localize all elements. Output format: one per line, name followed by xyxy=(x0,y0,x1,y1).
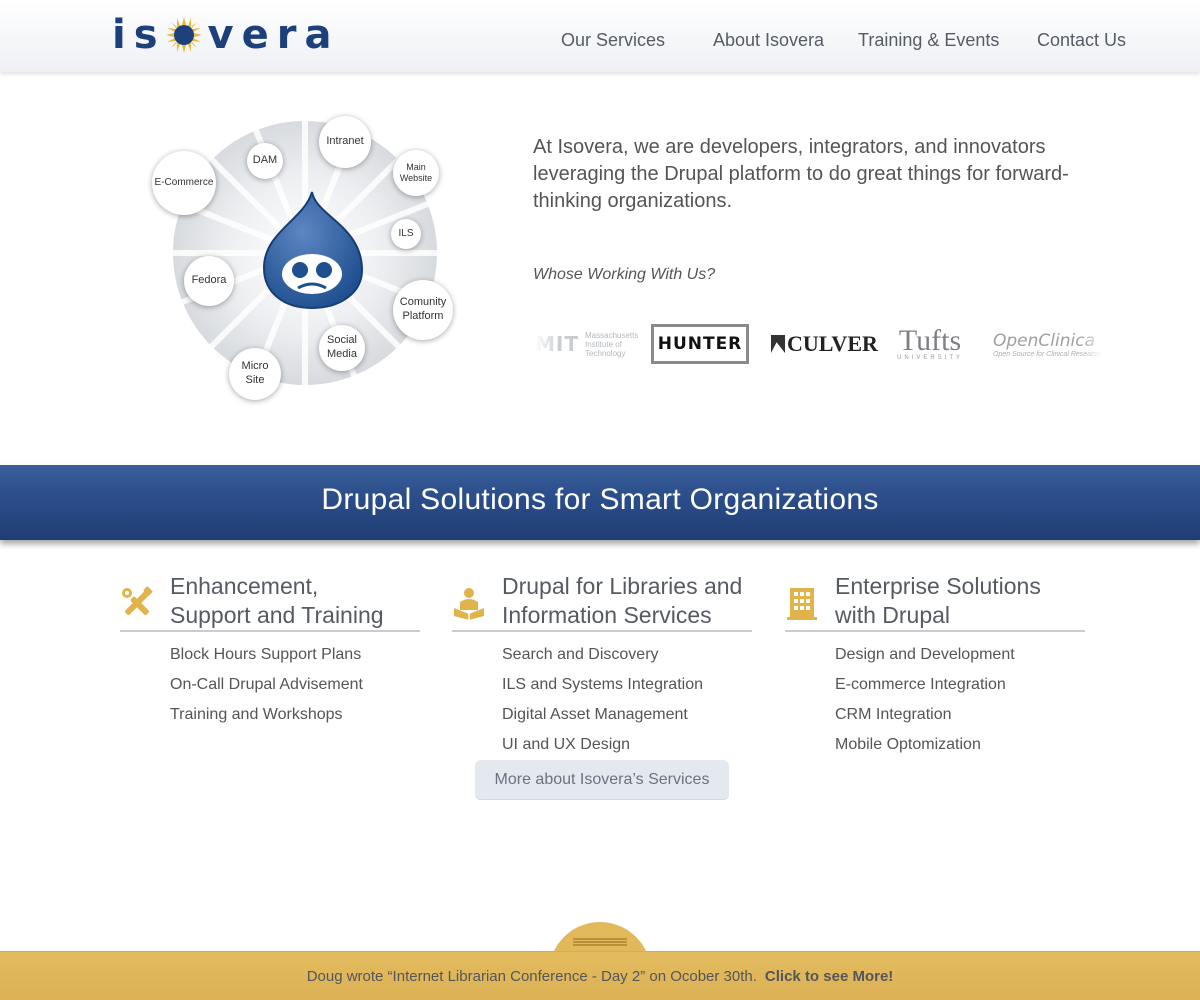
client-logo-tufts: Tufts UNIVERSITY xyxy=(897,322,963,366)
list-item[interactable]: UI and UX Design xyxy=(502,730,752,760)
main-nav: Our Services About Isovera Training & Ev… xyxy=(0,30,1200,54)
bubble-ils: ILS xyxy=(391,219,421,249)
list-item[interactable]: Search and Discovery xyxy=(502,640,752,670)
tufts-logo-sub: UNIVERSITY xyxy=(897,355,964,361)
bubble-intranet: Intranet xyxy=(319,116,371,168)
latest-news-text: Doug wrote “Internet Librarian Conferenc… xyxy=(306,967,757,985)
column-title-line1: Enhancement, xyxy=(170,573,319,599)
column-enterprise: Enterprise Solutions with Drupal Design … xyxy=(785,570,1085,760)
client-logo-hunter: HUNTER xyxy=(651,324,749,364)
site-header: is vera Our Services About Isovera Train… xyxy=(0,0,1200,72)
column-header: Drupal for Libraries and Information Ser… xyxy=(452,570,752,632)
list-item[interactable]: Block Hours Support Plans xyxy=(170,640,420,670)
bubble-main-website: Main Website xyxy=(393,150,439,196)
bubble-social-media: Social Media xyxy=(319,325,365,371)
drupal-platform-diagram: E-Commerce DAM Intranet Main Website ILS… xyxy=(140,108,470,408)
column-header: Enterprise Solutions with Drupal xyxy=(785,570,1085,632)
banner-title: Drupal Solutions for Smart Organizations xyxy=(321,482,879,516)
tufts-logo-text: Tufts xyxy=(898,324,962,357)
grip-lines-icon xyxy=(573,938,627,946)
nav-contact-us[interactable]: Contact Us xyxy=(1037,30,1126,51)
column-title-line2: with Drupal xyxy=(835,602,951,628)
column-title: Drupal for Libraries and Information Ser… xyxy=(502,572,742,630)
see-more-link[interactable]: Click to see More! xyxy=(765,968,893,985)
list-item[interactable]: CRM Integration xyxy=(835,700,1085,730)
more-services-button[interactable]: More about Isovera’s Services xyxy=(475,760,729,800)
logo-fade-left xyxy=(535,322,559,366)
clients-heading: Whose Working With Us? xyxy=(533,266,716,283)
client-logo-culver: CULVER xyxy=(771,322,878,366)
column-title-line2: Support and Training xyxy=(170,602,384,628)
column-title: Enhancement, Support and Training xyxy=(170,572,384,630)
column-title-line2: Information Services xyxy=(502,602,712,628)
service-list: Block Hours Support Plans On-Call Drupal… xyxy=(170,640,420,730)
solutions-banner: Drupal Solutions for Smart Organizations xyxy=(0,465,1200,540)
openclinica-logo-text: OpenClinica xyxy=(993,330,1095,351)
bubble-community-platform: Comunity Platform xyxy=(393,280,453,340)
logo-fade-right xyxy=(1081,322,1105,366)
list-item[interactable]: On-Call Drupal Advisement xyxy=(170,670,420,700)
nav-our-services[interactable]: Our Services xyxy=(561,30,665,51)
bubble-micro-site: Micro Site xyxy=(229,348,281,400)
hero-tagline: At Isovera, we are developers, integrato… xyxy=(533,136,1069,212)
news-footer-bar: Doug wrote “Internet Librarian Conferenc… xyxy=(0,951,1200,1000)
list-item[interactable]: Mobile Optomization xyxy=(835,730,1085,760)
reader-icon xyxy=(454,588,484,620)
building-icon xyxy=(787,588,817,620)
list-item[interactable]: Training and Workshops xyxy=(170,700,420,730)
nav-training-events[interactable]: Training & Events xyxy=(858,30,999,51)
bubble-fedora: Fedora xyxy=(184,256,234,306)
list-item[interactable]: Design and Development xyxy=(835,640,1085,670)
service-list: Search and Discovery ILS and Systems Int… xyxy=(502,640,752,760)
list-item[interactable]: ILS and Systems Integration xyxy=(502,670,752,700)
list-item[interactable]: E-commerce Integration xyxy=(835,670,1085,700)
service-list: Design and Development E-commerce Integr… xyxy=(835,640,1085,760)
column-header: Enhancement, Support and Training xyxy=(120,570,420,632)
list-item[interactable]: Digital Asset Management xyxy=(502,700,752,730)
culver-mark-icon xyxy=(771,335,785,353)
column-title-line1: Enterprise Solutions xyxy=(835,573,1041,599)
column-title-line1: Drupal for Libraries and xyxy=(502,573,743,599)
column-title: Enterprise Solutions with Drupal xyxy=(835,572,1041,630)
tools-icon xyxy=(122,586,153,615)
nav-about-isovera[interactable]: About Isovera xyxy=(713,30,824,51)
bubble-dam: DAM xyxy=(247,143,283,179)
client-logos: MIT Massachusetts Institute of Technolog… xyxy=(535,322,1105,366)
bubble-ecommerce: E-Commerce xyxy=(152,151,216,215)
column-libraries: Drupal for Libraries and Information Ser… xyxy=(452,570,752,760)
culver-logo-text: CULVER xyxy=(787,331,878,356)
column-enhancement-support: Enhancement, Support and Training Block … xyxy=(120,570,420,730)
mit-logo-name: Massachusetts Institute of Technology xyxy=(585,330,639,358)
